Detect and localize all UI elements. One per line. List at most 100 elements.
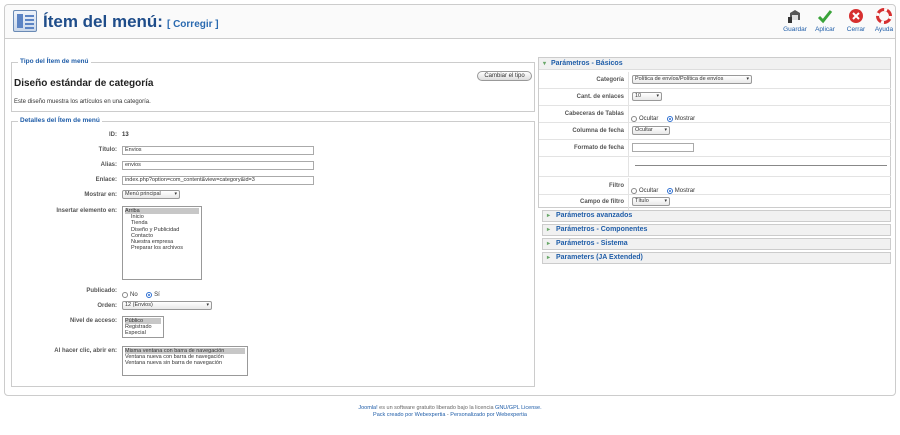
table-headers-hide-radio[interactable] xyxy=(631,115,637,122)
param-row-separator xyxy=(539,157,891,177)
close-label: Cerrar xyxy=(846,26,866,33)
close-button[interactable]: Cerrar xyxy=(841,8,871,33)
param-row-links: Cant. de enlaces 10 ▾ xyxy=(539,89,891,106)
collapsed-arrow-icon: ▸ xyxy=(547,213,551,219)
title-field[interactable]: Envios xyxy=(122,146,314,155)
details-panel: Detalles del Ítem de menú ID: 13 Título:… xyxy=(11,117,535,387)
toolbar-header: Ítem del menú:[ Corregir ] Guardar Aplic… xyxy=(5,5,895,39)
chevron-down-icon: ▾ xyxy=(656,93,659,99)
date-column-value: Ocultar xyxy=(635,127,653,133)
menu-item-icon xyxy=(13,10,37,32)
item-type-heading: Diseño estándar de categoría xyxy=(14,78,154,89)
id-label: ID: xyxy=(109,132,117,138)
table-headers-label: Cabeceras de Tablas xyxy=(539,106,629,122)
hide-label: Ocultar xyxy=(639,115,659,122)
link-field[interactable]: index.php?option=com_content&view=catego… xyxy=(122,176,314,185)
filter-hide-label: Ocultar xyxy=(639,187,659,194)
filter-field-select[interactable]: Título ▾ xyxy=(632,197,670,206)
list-item[interactable]: Preparar los archivos xyxy=(125,245,199,251)
accordion-advanced-params[interactable]: ▸ Parámetros avanzados xyxy=(542,210,891,222)
date-format-label: Formato de fecha xyxy=(539,140,629,156)
show-in-value: Menú principal xyxy=(125,191,161,197)
links-label: Cant. de enlaces xyxy=(539,89,629,105)
filter-hide-radio[interactable] xyxy=(631,187,637,194)
checkmark-icon xyxy=(810,8,840,25)
published-no-radio[interactable] xyxy=(122,291,128,298)
links-select[interactable]: 10 ▾ xyxy=(632,92,662,101)
access-level-list[interactable]: Público Registrado Especial xyxy=(122,316,164,338)
alias-label: Alias: xyxy=(100,162,117,168)
filter-field-value: Título xyxy=(635,198,649,204)
open-in-list[interactable]: Misma ventana con barra de navegación Ve… xyxy=(122,346,248,376)
collapsed-arrow-icon: ▸ xyxy=(547,227,551,233)
chevron-down-icon: ▾ xyxy=(664,127,667,133)
filter-field-label: Campo de filtro xyxy=(539,194,629,210)
filter-show-label: Mostrar xyxy=(674,187,696,194)
show-in-label: Mostrar en: xyxy=(84,192,117,198)
basic-params-panel: ▾ Parámetros - Básicos Categoría Polític… xyxy=(538,57,891,211)
show-in-select[interactable]: Menú principal ▾ xyxy=(122,190,180,199)
save-label: Guardar xyxy=(783,26,807,33)
id-value: 13 xyxy=(122,132,129,138)
published-no-label: No xyxy=(130,291,138,298)
accordion-ja-extended[interactable]: ▸ Parameters (JA Extended) xyxy=(542,252,891,264)
separator-line xyxy=(635,165,887,166)
page-title-text: Ítem del menú: xyxy=(43,12,163,31)
collapsed-arrow-icon: ▸ xyxy=(547,241,551,247)
save-button[interactable]: Guardar xyxy=(780,8,810,33)
help-label: Ayuda xyxy=(874,26,894,33)
apply-button[interactable]: Aplicar xyxy=(810,8,840,33)
footer: Joomla! es un software gratuito liberado… xyxy=(0,405,900,419)
published-yes-label: Sí xyxy=(154,291,160,298)
date-format-field[interactable] xyxy=(632,143,694,152)
list-item[interactable]: Especial xyxy=(125,330,161,336)
access-label: Nivel de acceso: xyxy=(69,318,117,324)
page-subtitle: [ Corregir ] xyxy=(166,19,219,30)
published-label: Publicado: xyxy=(86,288,117,294)
filter-label: Filtro xyxy=(539,178,629,194)
order-select[interactable]: 12 (Envios) ▾ xyxy=(122,301,212,310)
basic-params-header[interactable]: ▾ Parámetros - Básicos xyxy=(539,58,890,70)
license-link[interactable]: GNU/GPL License. xyxy=(495,405,542,411)
order-label: Orden: xyxy=(97,303,117,309)
pack-link[interactable]: Pack creado por Webexpertia xyxy=(373,412,445,418)
order-value: 12 (Envios) xyxy=(125,302,153,308)
footer-text: es un software gratuito liberado bajo la… xyxy=(377,405,496,411)
date-column-select[interactable]: Ocultar ▾ xyxy=(632,126,670,135)
item-type-description: Este diseño muestra los artículos en una… xyxy=(14,99,151,105)
param-row-filter: Filtro Ocultar Mostrar xyxy=(539,178,891,195)
open-in-label: Al hacer clic, abrir en: xyxy=(54,348,117,354)
expanded-arrow-icon: ▾ xyxy=(543,61,547,67)
date-column-label: Columna de fecha xyxy=(539,123,629,139)
table-headers-show-radio[interactable] xyxy=(666,115,673,122)
details-legend: Detalles del Ítem de menú xyxy=(18,117,102,124)
joomla-link[interactable]: Joomla! xyxy=(358,405,377,411)
footer-line-2: Pack creado por Webexpertia - Personaliz… xyxy=(0,412,900,419)
accordion-label: Parámetros - Componentes xyxy=(556,226,648,233)
param-row-filter-field: Campo de filtro Título ▾ xyxy=(539,194,891,211)
published-yes-radio[interactable] xyxy=(146,291,153,298)
item-type-panel: Tipo del Ítem de menú Cambiar el tipo Di… xyxy=(11,58,535,112)
chevron-down-icon: ▾ xyxy=(664,198,667,204)
insert-position-list[interactable]: Arriba Inicio Tienda Diseño y Publicidad… xyxy=(122,206,202,280)
param-row-date-format: Formato de fecha xyxy=(539,140,891,157)
collapsed-arrow-icon: ▸ xyxy=(547,255,551,261)
separator-label-cell xyxy=(539,157,629,176)
alias-field[interactable]: envios xyxy=(122,161,314,170)
main-container: Ítem del menú:[ Corregir ] Guardar Aplic… xyxy=(4,4,896,396)
filter-show-radio[interactable] xyxy=(666,187,673,194)
apply-label: Aplicar xyxy=(815,26,835,33)
links-value: 10 xyxy=(635,93,642,99)
page-title: Ítem del menú:[ Corregir ] xyxy=(43,12,219,32)
category-select[interactable]: Política de envíos/Política de envíos ▾ xyxy=(632,75,752,84)
item-type-legend: Tipo del Ítem de menú xyxy=(18,58,91,65)
accordion-component-params[interactable]: ▸ Parámetros - Componentes xyxy=(542,224,891,236)
basic-params-title: Parámetros - Básicos xyxy=(551,60,623,67)
accordion-system-params[interactable]: ▸ Parámetros - Sistema xyxy=(542,238,891,250)
accordion-label: Parámetros - Sistema xyxy=(556,240,628,247)
help-button[interactable]: Ayuda xyxy=(869,8,899,33)
list-item[interactable]: Ventana nueva sin barra de navegación xyxy=(125,360,245,366)
custom-link[interactable]: Personalizado por Webexpertia xyxy=(450,412,527,418)
change-type-button[interactable]: Cambiar el tipo xyxy=(477,71,532,81)
param-row-date-column: Columna de fecha Ocultar ▾ xyxy=(539,123,891,140)
